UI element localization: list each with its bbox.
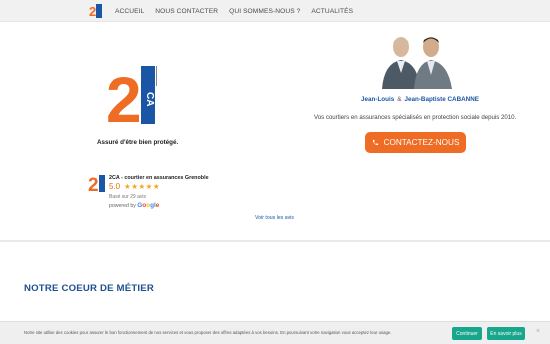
close-icon[interactable]: ×	[536, 328, 540, 335]
svg-text:2: 2	[89, 4, 96, 19]
powered-by-label: powered by	[109, 203, 136, 209]
team-names: Jean-Louis & Jean-Baptiste CABANNE	[361, 96, 479, 103]
contact-button[interactable]: CONTACTEZ-NOUS	[365, 132, 466, 153]
cookie-continue-button[interactable]: Continuer	[452, 327, 482, 340]
svg-text:CA: CA	[144, 92, 155, 106]
svg-text:2: 2	[106, 66, 142, 124]
google-logo: Google	[137, 202, 160, 209]
top-navbar: 2 ACCUEIL NOUS CONTACTER QUI SOMMES-NOUS…	[0, 0, 550, 22]
team-description: Vos courtiers en assurances spécialisés …	[314, 114, 517, 121]
review-stars-icon: ★★★★★	[124, 182, 161, 191]
team-name-2: Jean-Baptiste CABANNE	[404, 96, 479, 103]
team-name-1: Jean-Louis	[361, 96, 395, 103]
google-review-widget: 2 2CA - courtier en assurances Grenoble …	[88, 172, 238, 212]
review-basis: Basé sur 29 avis	[109, 194, 146, 200]
nav-logo[interactable]: 2	[88, 3, 104, 19]
phone-icon	[372, 139, 378, 146]
contact-button-label: CONTACTEZ-NOUS	[383, 138, 460, 147]
powered-by-google: powered by Google	[109, 202, 159, 209]
section-divider	[0, 240, 550, 242]
svg-text:2: 2	[88, 175, 99, 193]
cookie-banner: Notre site utilise des cookies pour assu…	[0, 321, 550, 344]
cookie-learn-more-button[interactable]: En savoir plus	[487, 327, 525, 340]
brand-logo: 2 CA	[106, 66, 157, 124]
see-all-reviews-link[interactable]: Voir tous les avis	[255, 215, 294, 221]
nav-item-news[interactable]: ACTUALITÉS	[311, 8, 353, 15]
review-business-logo: 2	[88, 175, 105, 193]
team-photo	[378, 33, 456, 89]
main-nav: ACCUEIL NOUS CONTACTER QUI SOMMES-NOUS ?…	[115, 0, 353, 22]
team-amp: &	[397, 96, 402, 103]
review-business-name[interactable]: 2CA - courtier en assurances Grenoble	[109, 175, 209, 181]
nav-item-about[interactable]: QUI SOMMES-NOUS ?	[229, 8, 300, 15]
cookie-text: Notre site utilise des cookies pour assu…	[24, 330, 392, 335]
nav-item-contact[interactable]: NOUS CONTACTER	[155, 8, 218, 15]
section-title: NOTRE COEUR DE MÉTIER	[24, 283, 154, 294]
brand-tagline: Assuré d'être bien protégé.	[97, 139, 179, 146]
nav-item-accueil[interactable]: ACCUEIL	[115, 8, 144, 15]
review-score: 5.0	[109, 182, 121, 191]
